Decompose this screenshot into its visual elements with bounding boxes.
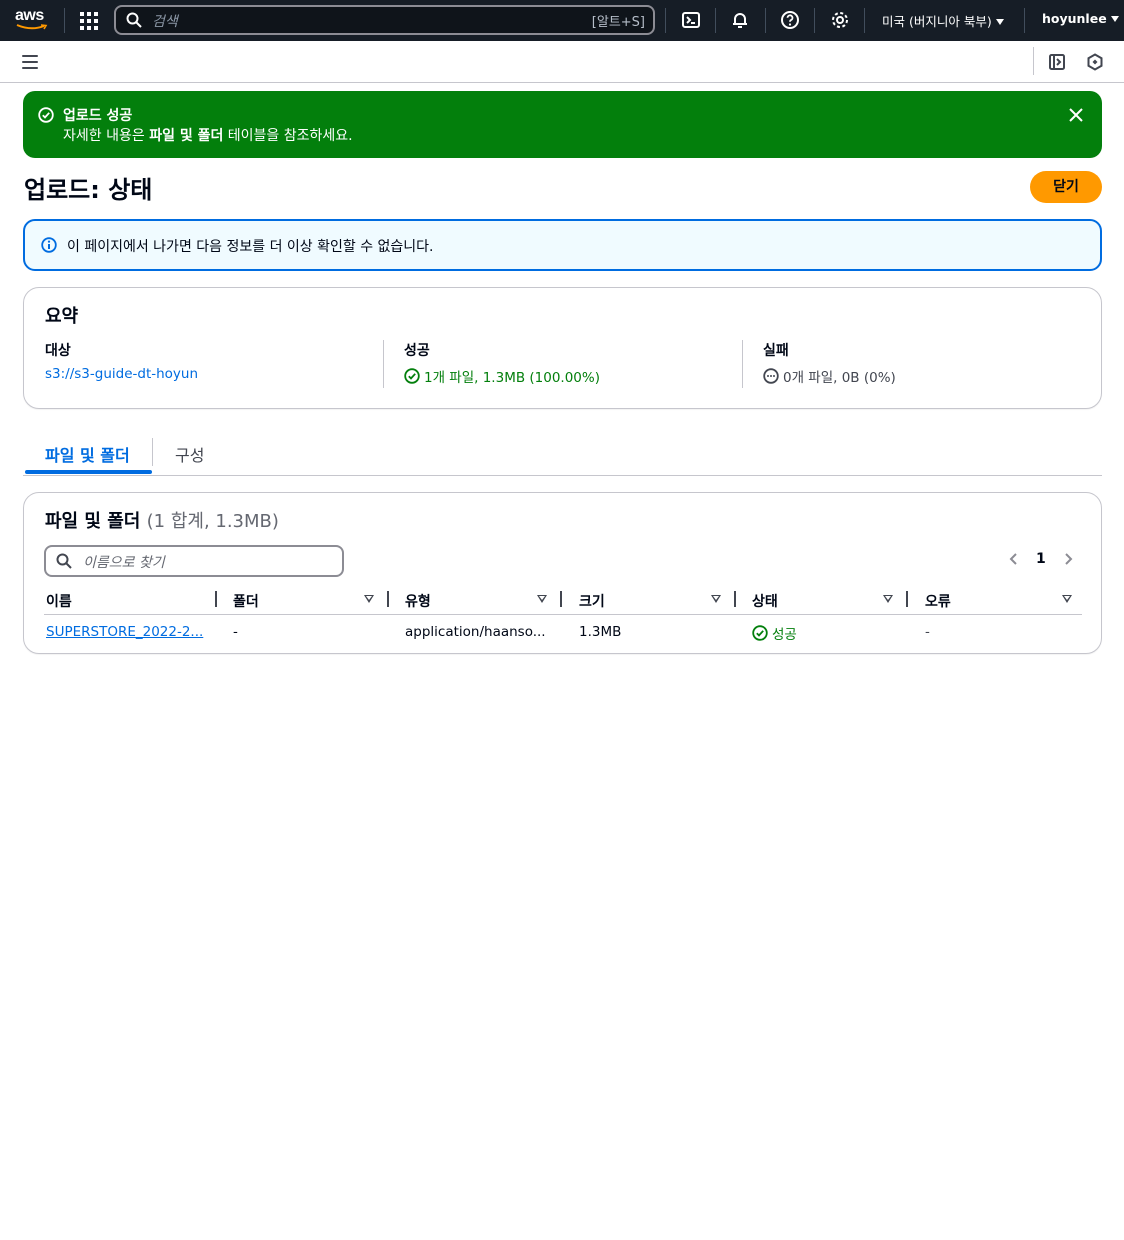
- account-menu[interactable]: hoyunlee: [1042, 11, 1119, 26]
- column-header-size[interactable]: 크기: [579, 591, 605, 611]
- file-name-link[interactable]: SUPERSTORE_2022-2...: [46, 624, 203, 640]
- column-resizer[interactable]: [215, 591, 217, 607]
- search-shortcut: [알트+S]: [591, 15, 645, 30]
- failure-label: 실패: [763, 343, 789, 359]
- cloudshell-icon[interactable]: [681, 10, 701, 30]
- caret-down-icon: [995, 19, 1004, 25]
- menu-hamburger-icon[interactable]: [22, 55, 38, 69]
- settings-gear-icon[interactable]: [830, 10, 850, 30]
- files-title: 파일 및 폴더 (1 합계, 1.3MB): [45, 511, 279, 532]
- sort-caret-icon[interactable]: [883, 595, 893, 603]
- nav-divider: [765, 8, 766, 33]
- region-label: 미국 (버지니아 북부): [882, 14, 992, 29]
- filter-input[interactable]: 이름으로 찾기: [44, 545, 344, 577]
- file-size: 1.3MB: [579, 624, 622, 640]
- tabs: 파일 및 폴더 구성: [23, 436, 1102, 476]
- column-header-status[interactable]: 상태: [752, 591, 778, 611]
- pagination: 1: [1008, 551, 1074, 567]
- sort-caret-icon[interactable]: [711, 595, 721, 603]
- file-error: -: [925, 624, 930, 640]
- column-header-error[interactable]: 오류: [925, 591, 951, 611]
- column-header-folder[interactable]: 폴더: [233, 591, 259, 611]
- sort-caret-icon[interactable]: [537, 595, 547, 603]
- filter-placeholder: 이름으로 찾기: [83, 555, 165, 571]
- summary-title: 요약: [45, 306, 79, 327]
- dismiss-close-icon[interactable]: [1068, 107, 1084, 123]
- nav-divider: [814, 8, 815, 33]
- active-tab-indicator: [25, 470, 152, 474]
- table-row: SUPERSTORE_2022-2... - application/haans…: [44, 617, 1082, 649]
- sort-caret-icon[interactable]: [364, 595, 374, 603]
- success-label: 성공: [404, 343, 430, 359]
- info-alert: 이 페이지에서 나가면 다음 정보를 더 이상 확인할 수 없습니다.: [23, 219, 1102, 271]
- assistant-hexagon-icon[interactable]: [1086, 53, 1104, 71]
- side-panel-icon[interactable]: [1048, 53, 1066, 71]
- aws-logo-text: aws: [15, 7, 44, 24]
- tab-files-and-folders[interactable]: 파일 및 폴더: [45, 442, 130, 466]
- info-icon: [41, 237, 57, 253]
- info-alert-text: 이 페이지에서 나가면 다음 정보를 더 이상 확인할 수 없습니다.: [67, 239, 434, 255]
- column-resizer[interactable]: [387, 591, 389, 607]
- column-header-type[interactable]: 유형: [405, 591, 431, 611]
- notifications-bell-icon[interactable]: [730, 10, 750, 30]
- services-grid-icon[interactable]: [80, 12, 98, 30]
- tab-configuration[interactable]: 구성: [175, 442, 204, 466]
- column-header-name[interactable]: 이름: [46, 591, 72, 611]
- help-icon[interactable]: [780, 10, 800, 30]
- success-status-icon: [404, 368, 420, 384]
- subbar-divider: [1033, 47, 1034, 75]
- target-label: 대상: [45, 343, 71, 359]
- flash-title: 업로드 성공: [63, 108, 133, 124]
- search-placeholder: 검색: [152, 14, 178, 30]
- file-folder: -: [233, 624, 238, 640]
- console-subbar: [0, 41, 1124, 83]
- close-button[interactable]: 닫기: [1030, 171, 1102, 203]
- success-flashbar: 업로드 성공 자세한 내용은 파일 및 폴더 테이블을 참조하세요.: [23, 91, 1102, 158]
- success-status-icon: [752, 625, 768, 641]
- files-table-container: 파일 및 폴더 (1 합계, 1.3MB) 이름으로 찾기 1 이름 폴더 유형…: [23, 492, 1102, 654]
- search-icon: [126, 12, 142, 28]
- account-name: hoyunlee: [1042, 11, 1107, 26]
- target-link[interactable]: s3://s3-guide-dt-hoyun: [45, 366, 198, 382]
- nav-divider: [665, 8, 666, 33]
- search-box[interactable]: 검색 [알트+S]: [114, 5, 655, 35]
- column-resizer[interactable]: [906, 591, 908, 607]
- success-value: 1개 파일, 1.3MB (100.00%): [424, 370, 600, 386]
- top-navigation: aws 검색 [알트+S] 미국 (버지니아 북부) hoyunlee: [0, 0, 1124, 41]
- region-selector[interactable]: 미국 (버지니아 북부): [882, 11, 1004, 30]
- summary-target: 대상 s3://s3-guide-dt-hoyun: [45, 340, 198, 382]
- column-resizer[interactable]: [560, 591, 562, 607]
- summary-container: 요약 대상 s3://s3-guide-dt-hoyun 성공 1개 파일, 1…: [23, 287, 1102, 409]
- column-resizer[interactable]: [734, 591, 736, 607]
- nav-divider: [64, 8, 65, 33]
- nav-divider: [864, 8, 865, 33]
- files-count: (1 합계, 1.3MB): [146, 511, 279, 532]
- search-icon: [56, 553, 72, 569]
- file-type: application/haanso...: [405, 624, 546, 640]
- summary-success: 성공 1개 파일, 1.3MB (100.00%): [383, 340, 600, 388]
- pending-status-icon: [763, 368, 779, 384]
- page-title: 업로드: 상태: [24, 176, 153, 204]
- flash-description: 자세한 내용은 파일 및 폴더 테이블을 참조하세요.: [63, 128, 353, 144]
- success-check-icon: [38, 107, 54, 123]
- nav-divider: [1024, 8, 1025, 33]
- prev-page-icon[interactable]: [1008, 552, 1020, 566]
- failure-value: 0개 파일, 0B (0%): [783, 370, 896, 386]
- summary-failure: 실패 0개 파일, 0B (0%): [742, 340, 896, 388]
- sort-caret-icon[interactable]: [1062, 595, 1072, 603]
- current-page[interactable]: 1: [1036, 551, 1046, 567]
- file-status: 성공: [752, 623, 797, 643]
- nav-divider: [715, 8, 716, 33]
- next-page-icon[interactable]: [1062, 552, 1074, 566]
- table-header: 이름 폴더 유형 크기 상태 오류: [44, 587, 1082, 615]
- aws-logo[interactable]: aws: [15, 8, 49, 32]
- caret-down-icon: [1110, 16, 1119, 22]
- tab-divider: [152, 438, 153, 466]
